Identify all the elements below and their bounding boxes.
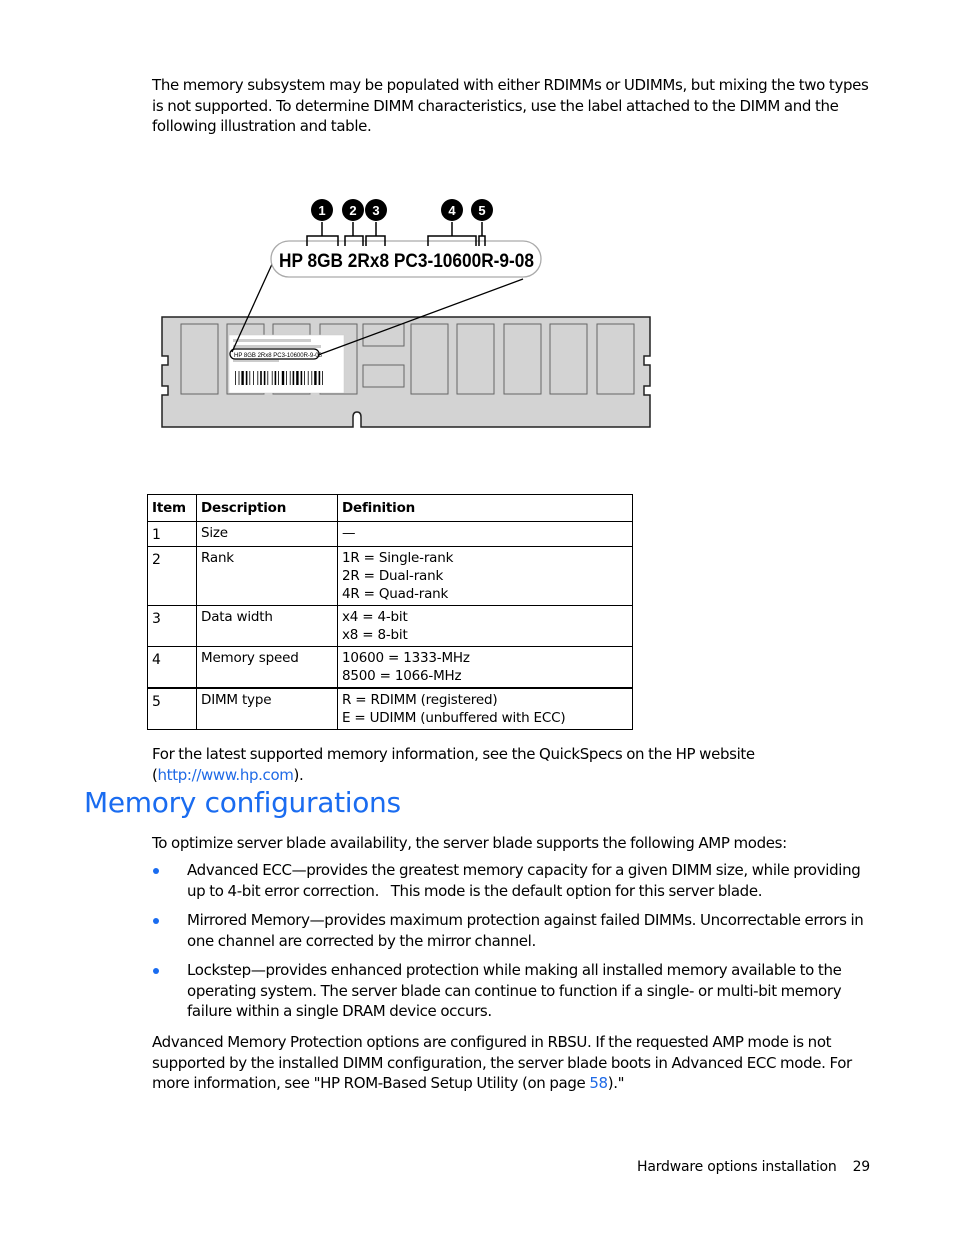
hp-website-link[interactable]: http://www.hp.com <box>158 766 294 784</box>
barcode-bar <box>241 371 244 385</box>
cell-item: 4 <box>147 646 197 689</box>
callout-4: 4 <box>441 199 463 221</box>
barcode-bar <box>318 371 321 385</box>
dimm-characteristics-table: Item Description Definition 1 Size —2 Rank 1… <box>147 494 633 730</box>
barcode-bar <box>281 371 285 385</box>
page-footer: Hardware options installation 29 <box>637 1159 870 1175</box>
cell-description: DIMM type <box>196 687 338 730</box>
cell-description: Size <box>196 521 338 547</box>
table-row: 1 Size — <box>147 521 633 547</box>
quickspecs-text-end: ). <box>293 765 304 784</box>
barcode-bar <box>292 371 295 385</box>
barcode-bar <box>249 371 251 385</box>
bullet-icon <box>153 968 159 974</box>
callout-5: 5 <box>471 199 493 221</box>
list-item: Mirrored Memory—provides maximum protect… <box>152 910 872 951</box>
callout-3: 3 <box>365 199 387 221</box>
bullet-icon <box>153 868 159 874</box>
svg-text:5: 5 <box>478 203 485 218</box>
barcode-bar <box>286 371 287 385</box>
cell-item: 1 <box>147 521 197 547</box>
barcode-bar <box>260 371 262 385</box>
footer-section-title: Hardware options installation <box>637 1159 837 1175</box>
cell-item: 5 <box>147 687 197 730</box>
dimm-label-figure: HP 8GB 2Rx8 PC3-10600R-9-08 HP 8GB 2Rx8 … <box>161 199 651 428</box>
definition-line: 2R = Dual-rank <box>342 568 444 584</box>
list-item-text: Lockstep—provides enhanced protection wh… <box>187 961 842 1020</box>
definition-line: 1R = Single-rank <box>342 550 454 566</box>
definition-line: 8500 = 1066-MHz <box>342 668 462 684</box>
barcode-bar <box>314 371 317 385</box>
dimm-label-text: HP 8GB 2Rx8 PC3-10600R-9-08 <box>279 251 534 272</box>
list-item: Lockstep—provides enhanced protection wh… <box>152 960 872 1022</box>
barcode-bar <box>322 371 323 385</box>
barcode-bar <box>267 371 269 385</box>
page-58-link[interactable]: 58 <box>589 1074 608 1092</box>
cell-definition: 10600 = 1333-MHz 8500 = 1066-MHz <box>337 646 633 689</box>
barcode-bar <box>235 371 236 385</box>
barcode-bar <box>296 371 299 385</box>
sticker-label-text: HP 8GB 2Rx8 PC3-10600R-9-08 <box>234 353 323 359</box>
quickspecs-paragraph: For the latest supported memory informat… <box>152 744 872 785</box>
header-description: Description <box>196 494 338 522</box>
barcode-bar <box>289 371 291 385</box>
rbsu-text-end: )." <box>607 1074 625 1092</box>
definition-line: x4 = 4-bit <box>342 609 408 625</box>
barcode-bar <box>263 371 266 385</box>
barcode-bar <box>238 371 240 385</box>
barcode-bar <box>278 371 279 385</box>
svg-text:3: 3 <box>372 203 379 218</box>
svg-text:1: 1 <box>318 203 325 218</box>
rbsu-text: Advanced Memory Protection options are c… <box>152 1033 852 1092</box>
amp-modes-list: Advanced ECC—provides the greatest memor… <box>152 860 872 1031</box>
cell-description: Memory speed <box>196 646 338 689</box>
definition-line: — <box>342 525 356 541</box>
svg-text:4: 4 <box>448 203 456 218</box>
cell-item: 3 <box>147 605 197 647</box>
table-row: 2 Rank 1R = Single-rank 2R = Dual-rank 4R = … <box>147 546 633 606</box>
cell-definition: 1R = Single-rank 2R = Dual-rank 4R = Quad-… <box>337 546 633 606</box>
list-item: Advanced ECC—provides the greatest memor… <box>152 860 872 901</box>
table-row: 3 Data width x4 = 4-bit x8 = 8-bit <box>147 605 633 647</box>
barcode-bar <box>245 371 248 385</box>
list-item-text: Mirrored Memory—provides maximum protect… <box>187 911 864 950</box>
cell-definition: R = RDIMM (registered) E = UDIMM (unbuffe… <box>337 687 633 730</box>
barcode-bar <box>300 371 303 385</box>
definition-line: R = RDIMM (registered) <box>342 692 498 708</box>
cell-definition: x4 = 4-bit x8 = 8-bit <box>337 605 633 647</box>
table-row: 4 Memory speed 10600 = 1333-MHz 8500 = 1066… <box>147 646 633 689</box>
svg-text:2: 2 <box>349 203 356 218</box>
table-header-row: Item Description Definition <box>147 494 633 522</box>
barcode-bar <box>311 371 313 385</box>
header-definition: Definition <box>337 494 633 522</box>
cell-description: Rank <box>196 546 338 606</box>
amp-intro: To optimize server blade availability, t… <box>152 834 787 852</box>
section-heading: Memory configurations <box>84 786 401 819</box>
cell-item: 2 <box>147 546 197 606</box>
definition-line: 10600 = 1333-MHz <box>342 650 470 666</box>
bullet-icon <box>153 918 159 924</box>
rbsu-paragraph: Advanced Memory Protection options are c… <box>152 1032 872 1094</box>
barcode-bar <box>304 371 305 385</box>
definition-line: x8 = 8-bit <box>342 627 408 643</box>
barcode-bar <box>253 371 254 385</box>
callout-2: 2 <box>342 199 364 221</box>
barcode-bar <box>257 371 259 385</box>
barcode-bar <box>271 371 273 385</box>
table-row: 5 DIMM type R = RDIMM (registered) E = UDIM… <box>147 687 633 730</box>
definition-line: 4R = Quad-rank <box>342 586 449 602</box>
header-item: Item <box>147 494 197 522</box>
barcode-bar <box>307 371 309 385</box>
cell-definition: — <box>337 521 633 547</box>
footer-page-number: 29 <box>852 1159 871 1175</box>
list-item-text: Advanced ECC—provides the greatest memor… <box>187 861 865 900</box>
cell-description: Data width <box>196 605 338 647</box>
callout-1: 1 <box>311 199 333 221</box>
definition-line: E = UDIMM (unbuffered with ECC) <box>342 710 566 726</box>
barcode-bar <box>274 371 277 385</box>
